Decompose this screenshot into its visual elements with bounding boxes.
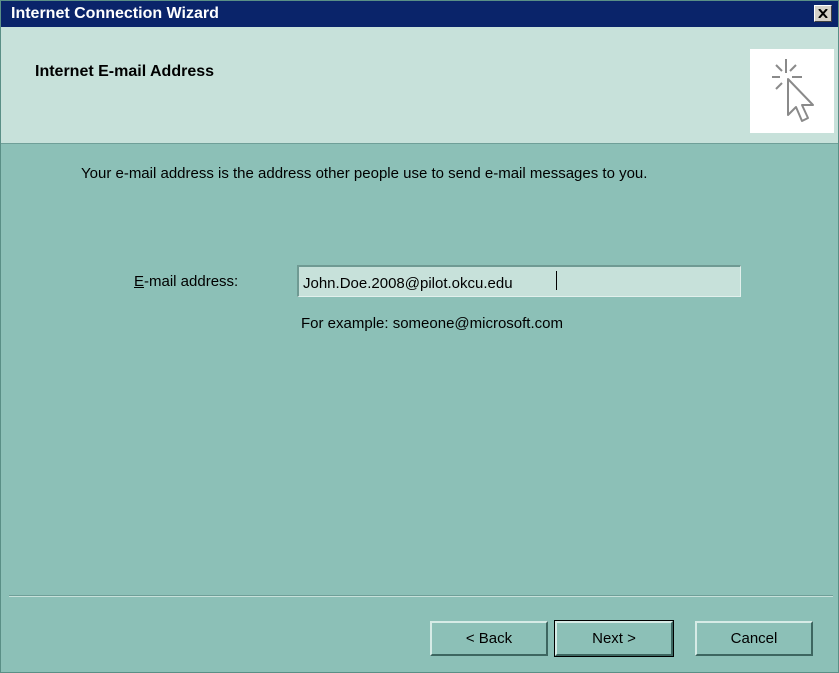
page-title: Internet E-mail Address [35,63,215,80]
wizard-header: Internet E-mail Address [1,27,838,144]
back-button[interactable]: < Back [430,621,548,656]
wizard-window: Internet Connection Wizard Internet E-ma… [0,0,839,673]
close-icon [818,9,828,18]
text-caret [556,271,557,290]
cancel-button[interactable]: Cancel [695,621,813,656]
button-divider [9,595,833,597]
close-button[interactable] [814,5,832,22]
cancel-button-label: Cancel [730,630,778,647]
email-address-input[interactable] [297,265,741,297]
intro-text: Your e-mail address is the address other… [81,165,648,182]
cursor-click-icon [772,59,814,122]
next-button-label: Next > [592,630,636,647]
next-button[interactable]: Next > [554,620,674,657]
title-bar[interactable]: Internet Connection Wizard [1,1,838,27]
email-address-label: E-mail address: [134,273,239,290]
back-button-label: < Back [465,630,513,647]
window-title: Internet Connection Wizard [11,5,219,22]
wizard-header-image [750,49,834,133]
email-example-text: For example: someone@microsoft.com [301,315,563,332]
